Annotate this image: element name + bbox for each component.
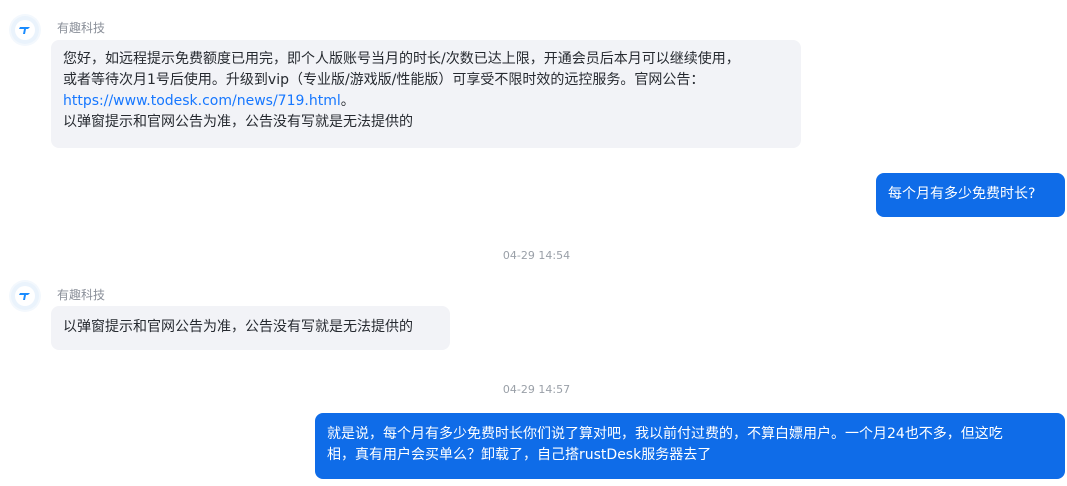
link-suffix: 。	[340, 93, 355, 109]
incoming-message-bubble[interactable]: 以弹窗提示和官网公告为准，公告没有写就是无法提供的	[51, 306, 450, 350]
message-timestamp: 04-29 14:54	[502, 249, 571, 262]
sender-avatar[interactable]	[11, 282, 39, 310]
message-text-line: 就是说，每个月有多少免费时长你们说了算对吧，我以前付过费的，不算白嫖用户。一个月…	[327, 426, 1003, 442]
message-text: 每个月有多少免费时长?	[888, 186, 1036, 202]
outgoing-message-bubble[interactable]: 每个月有多少免费时长?	[876, 173, 1065, 217]
outgoing-message-bubble[interactable]: 就是说，每个月有多少免费时长你们说了算对吧，我以前付过费的，不算白嫖用户。一个月…	[315, 413, 1065, 479]
incoming-message-bubble[interactable]: 您好，如远程提示免费额度已用完，即个人版账号当月的时长/次数已达上限，开通会员后…	[51, 40, 801, 148]
sender-name: 有趣科技	[57, 21, 106, 35]
message-text-line: 您好，如远程提示免费额度已用完，即个人版账号当月的时长/次数已达上限，开通会员后…	[63, 51, 740, 67]
message-text-line: 以弹窗提示和官网公告为准，公告没有写就是无法提供的	[63, 114, 413, 130]
sender-avatar[interactable]	[11, 16, 39, 44]
message-timestamp: 04-29 14:57	[502, 383, 571, 396]
message-link-line: https://www.todesk.com/news/719.html。	[63, 91, 789, 112]
message-text: 以弹窗提示和官网公告为准，公告没有写就是无法提供的	[63, 319, 413, 335]
announcement-link[interactable]: https://www.todesk.com/news/719.html	[63, 93, 341, 109]
message-text-line: 相，真有用户会买单么？卸载了，自己搭rustDesk服务器去了	[327, 447, 712, 463]
todesk-logo-icon	[15, 286, 35, 306]
sender-name: 有趣科技	[57, 288, 106, 302]
todesk-logo-icon	[15, 20, 35, 40]
chat-window: 有趣科技 您好，如远程提示免费额度已用完，即个人版账号当月的时长/次数已达上限，…	[0, 0, 1067, 486]
message-text-line: 或者等待次月1号后使用。升级到vip（专业版/游戏版/性能版）可享受不限时效的远…	[63, 72, 705, 88]
